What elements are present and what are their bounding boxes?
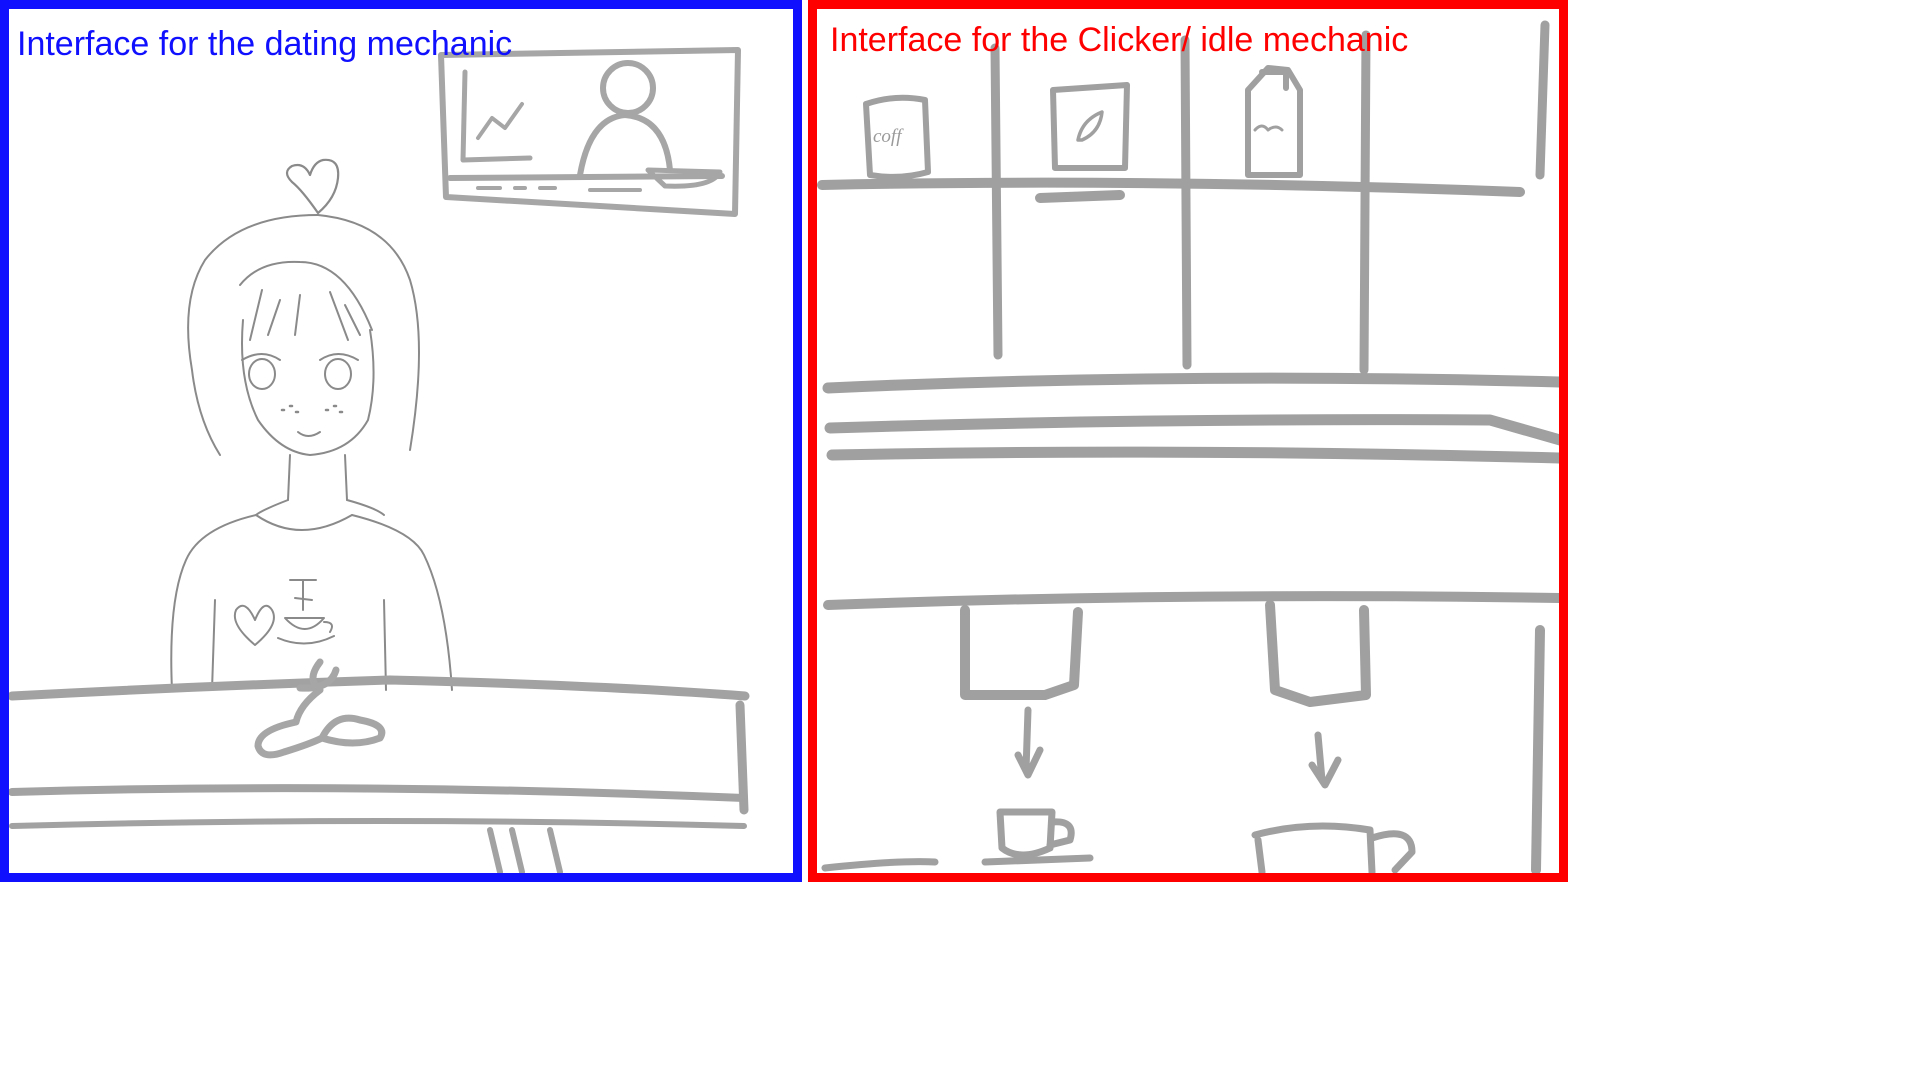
counter: [822, 372, 1559, 464]
cup-icon[interactable]: [981, 808, 1094, 866]
clicker-panel: Interface for the Clicker/ idle mechanic…: [808, 0, 1568, 882]
clicker-scene: coff: [817, 20, 1559, 873]
espresso-machine[interactable]: [823, 591, 1559, 873]
mug-icon[interactable]: [1251, 822, 1416, 873]
jar-label: coff: [873, 126, 904, 147]
milk-carton-icon[interactable]: [1245, 65, 1303, 178]
top-shelf: [817, 177, 1525, 203]
floor-line: [821, 858, 939, 872]
counter: [9, 675, 750, 873]
dating-panel: Interface for the dating mechanic: [0, 0, 802, 882]
coffee-jar-icon[interactable]: coff: [863, 94, 931, 180]
dating-panel-title: Interface for the dating mechanic: [17, 25, 513, 63]
tea-box-icon[interactable]: [1050, 82, 1130, 171]
character-hitbox[interactable]: [179, 159, 469, 699]
tv-hitbox[interactable]: [441, 49, 756, 229]
clicker-panel-title: Interface for the Clicker/ idle mechanic: [830, 21, 1409, 59]
